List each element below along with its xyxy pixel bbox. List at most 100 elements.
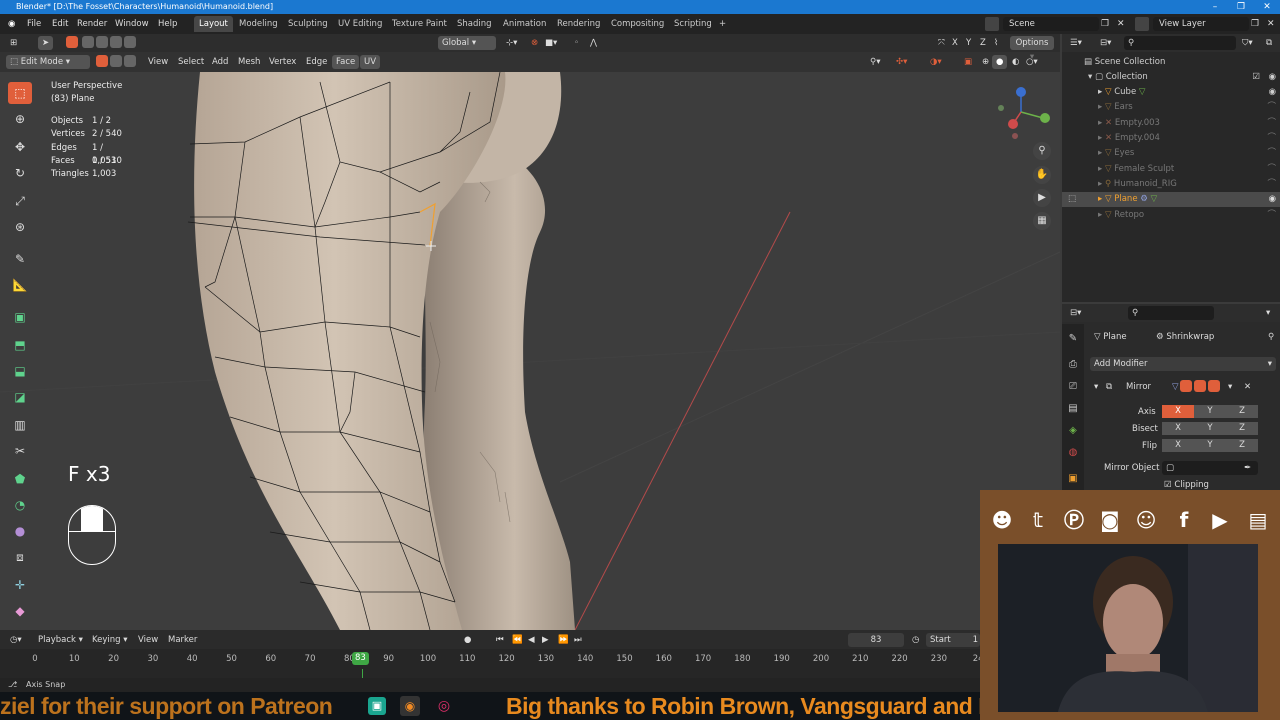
camera-view-icon[interactable]: ▶ [1033,189,1051,207]
outliner-item-empty-004[interactable]: ▸ ✕ Empty.004 ⌒ [1062,131,1280,146]
menu-window[interactable]: Window [115,17,149,31]
menu-file[interactable]: File [27,17,41,31]
eye-icon[interactable]: ◉ [1269,192,1276,207]
snap-magnet-icon[interactable]: ⊗ [527,36,542,50]
collection-row[interactable]: ▾ ▢ Collection ☑ ◉ [1062,70,1280,85]
menu-uv[interactable]: UV [360,55,381,69]
tab-shading[interactable]: Shading [452,16,497,32]
new-collection-icon[interactable]: ⧉ [1262,36,1276,50]
loop-cut-tool-icon[interactable]: ▥ [8,414,32,436]
inset-tool-icon[interactable]: ⬓ [8,360,32,382]
eye-hidden-icon[interactable]: ⌒ [1267,131,1276,146]
menu-edge[interactable]: Edge [302,55,331,69]
preview-range-icon[interactable]: ◷ [908,633,923,647]
snap-target-icon[interactable]: ■▾ [541,36,561,50]
menu-help[interactable]: Help [158,17,177,31]
vertex-select-icon[interactable] [96,55,108,67]
tab-sculpting[interactable]: Sculpting [283,16,333,32]
show-viewport-icon[interactable] [1194,380,1206,392]
taskbar-blender-icon[interactable]: ◉ [400,696,420,716]
current-frame-marker[interactable]: 83 [352,652,369,665]
navigation-gizmo[interactable] [995,78,1055,151]
face-select-icon[interactable] [124,55,136,67]
eye-hidden-icon[interactable]: ⌒ [1267,116,1276,131]
select-mode-subtract-icon[interactable] [96,36,108,48]
expand-icon[interactable]: ▸ [1098,210,1102,220]
edge-slide-tool-icon[interactable]: ⧈ [8,546,32,568]
transform-tool-icon[interactable]: ⊛ [8,216,32,238]
scene-icon[interactable] [985,17,999,31]
editor-type-icon[interactable]: ⊞ [6,36,21,50]
tab-uv-editing[interactable]: UV Editing [333,16,387,32]
maximize-button[interactable]: ❐ [1228,0,1254,14]
properties-options-icon[interactable]: ▾ [1262,306,1274,320]
add-workspace-button[interactable]: + [714,16,731,32]
timeline-track[interactable] [0,669,980,678]
proportional-edit-icon[interactable]: ◦ [570,36,583,50]
expand-icon[interactable]: ▾ [1088,72,1092,82]
menu-render[interactable]: Render [77,17,107,31]
spin-tool-icon[interactable]: ◔ [8,494,32,516]
world-tab-icon[interactable]: ◍ [1066,446,1080,460]
eye-hidden-icon[interactable]: ⌒ [1267,177,1276,192]
menu-edit[interactable]: Edit [52,17,68,31]
outliner-search-input[interactable]: ⚲ [1124,36,1236,50]
expand-icon[interactable]: ▸ [1098,179,1102,189]
flip-x-toggle[interactable]: X [1162,439,1194,452]
remove-modifier-icon[interactable]: ✕ [1240,380,1255,394]
menu-view[interactable]: View [144,55,172,69]
render-tab-icon[interactable]: ⎙ [1066,358,1080,372]
view-layer-icon[interactable] [1135,17,1149,31]
mirror-modifier-header[interactable]: ▾ ⧉ Mirror ▽ ▾ ✕ [1088,380,1278,394]
wireframe-shading-icon[interactable]: ⊕ [978,55,993,69]
taskbar-app-icon[interactable]: ▣ [368,697,386,715]
expand-icon[interactable]: ▸ [1098,133,1102,143]
select-mode-invert-icon[interactable] [110,36,122,48]
jump-start-icon[interactable]: ⏮ [492,633,508,647]
expand-icon[interactable]: ▸ [1098,194,1102,204]
menu-add[interactable]: Add [208,55,232,69]
poly-build-tool-icon[interactable]: ⬟ [8,468,32,490]
tab-animation[interactable]: Animation [498,16,551,32]
close-button[interactable]: ✕ [1254,0,1280,14]
cursor-tool-icon[interactable]: ⊕ [8,108,32,130]
viewport-canvas[interactable] [0,72,1060,630]
outliner-item-empty-003[interactable]: ▸ ✕ Empty.003 ⌒ [1062,116,1280,131]
current-frame-field[interactable]: 83 [848,633,904,647]
tab-layout[interactable]: Layout [194,16,233,32]
tool-tab-icon[interactable]: ✎ [1066,332,1080,346]
eyedropper-icon[interactable]: ✒ [1240,461,1255,475]
axis-y-toggle[interactable]: Y [1194,405,1226,418]
mode-dropdown[interactable]: ⬚ Edit Mode ▾ [6,55,90,69]
outliner-item-retopo[interactable]: ▸ ▽ Retopo ⌒ [1062,208,1280,223]
outliner-item-eyes[interactable]: ▸ ▽ Eyes ⌒ [1062,146,1280,161]
mesh-symmetry-icon[interactable]: ⌇ [990,36,1002,50]
timeline-view-menu[interactable]: View [134,633,162,647]
taskbar-obs-icon[interactable]: ◎ [434,696,454,716]
bevel-tool-icon[interactable]: ◪ [8,386,32,408]
measure-tool-icon[interactable]: 📐 [8,274,32,296]
menu-mesh[interactable]: Mesh [234,55,264,69]
expand-icon[interactable]: ▸ [1098,164,1102,174]
pin-icon[interactable]: ⚲ [1264,330,1278,344]
show-in-editmode-icon[interactable] [1180,380,1192,392]
marker-menu[interactable]: Marker [164,633,201,647]
outliner-filter-icon[interactable]: ⛉▾ [1238,36,1257,50]
select-box-tool-icon[interactable]: ⬚ [8,82,32,104]
select-mode-extend-icon[interactable] [82,36,94,48]
bisect-y-toggle[interactable]: Y [1194,422,1226,435]
outliner-display-mode-icon[interactable]: ⊟▾ [1096,36,1115,50]
tab-scripting[interactable]: Scripting [669,16,717,32]
eye-icon[interactable]: ◉ [1269,85,1276,100]
properties-search-input[interactable]: ⚲ [1128,306,1214,320]
menu-select[interactable]: Select [174,55,208,69]
eye-icon[interactable]: ◉ [1269,70,1276,85]
expand-icon[interactable]: ▸ [1098,148,1102,158]
scale-tool-icon[interactable]: ⤢ [8,190,32,212]
proportional-falloff-icon[interactable]: ⋀ [586,36,601,50]
edit-mode-icon[interactable]: ⬚ [1068,192,1076,207]
outliner-editor-icon[interactable]: ☰▾ [1066,36,1086,50]
edge-select-icon[interactable] [110,55,122,67]
zoom-icon[interactable]: ⚲ [1033,142,1051,160]
timeline-ruler[interactable]: 0 10 20 30 40 50 60 70 80 90 100 110 120 130 140 150 160… [0,649,984,669]
